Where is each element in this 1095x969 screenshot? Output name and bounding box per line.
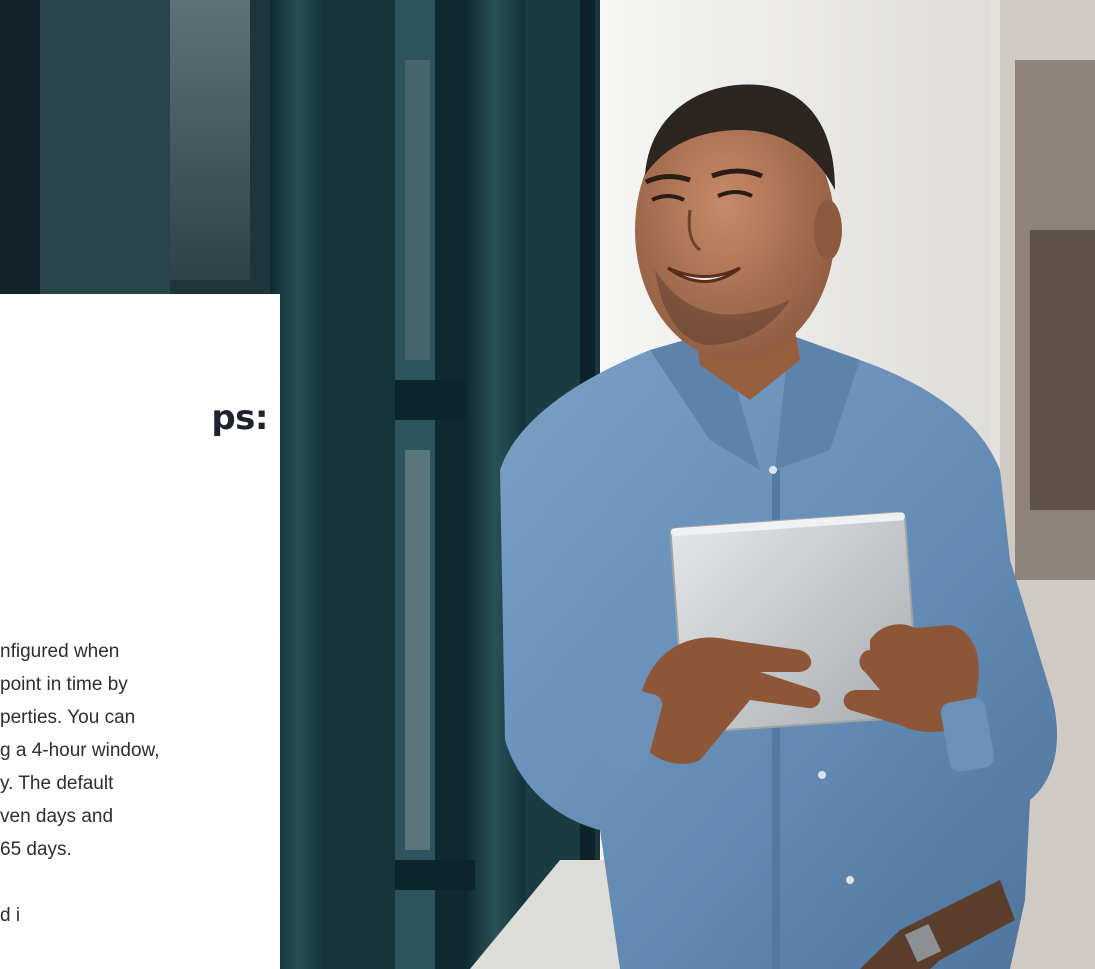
body-line: ven days and (0, 806, 114, 827)
card-heading: ps: (211, 398, 268, 438)
card-body-text: nfigured when point in time by perties. … (0, 635, 280, 932)
body-line: perties. You can (0, 707, 136, 728)
body-line: g a 4-hour window, (0, 740, 160, 761)
body-line: y. The default (0, 773, 114, 794)
content-card: ps: nfigured when point in time by perti… (0, 294, 280, 969)
body-line: nfigured when (0, 641, 120, 662)
body-line: point in time by (0, 674, 128, 695)
hero-stage: ps: nfigured when point in time by perti… (0, 0, 1095, 969)
body-line: 65 days. (0, 839, 72, 860)
body-line-partial: d i (0, 905, 21, 926)
